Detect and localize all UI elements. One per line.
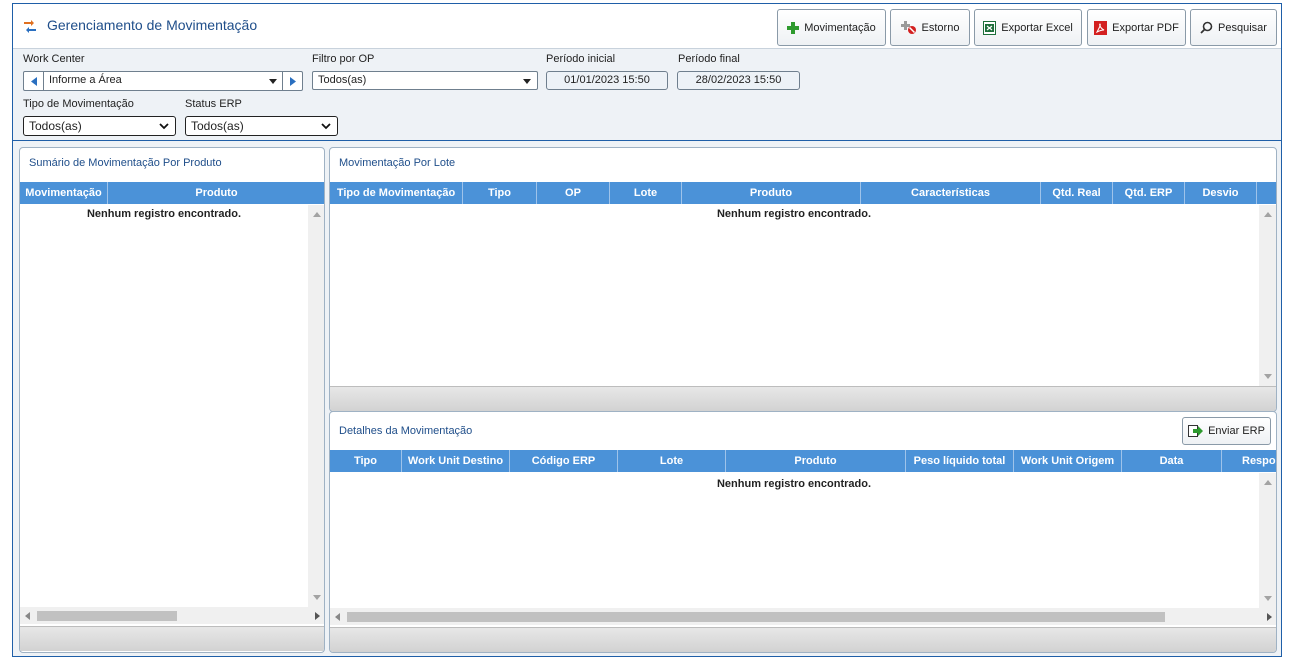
lot-grid-header: Tipo de Movimentação Tipo OP Lote Produt… <box>330 182 1276 204</box>
end-date-label: Período final <box>678 53 740 65</box>
column-header[interactable]: Lote <box>618 450 726 472</box>
column-header[interactable]: Produto <box>682 182 861 204</box>
filter-separator <box>13 140 1281 141</box>
search-label: Pesquisar <box>1218 21 1267 34</box>
summary-panel-title: Sumário de Movimentação Por Produto <box>29 157 222 169</box>
send-icon <box>1188 425 1204 437</box>
plus-icon <box>787 21 800 34</box>
erp-status-label: Status ERP <box>185 98 242 110</box>
column-header[interactable]: Produto <box>108 182 324 204</box>
column-header[interactable]: Tipo <box>463 182 537 204</box>
details-grid-header: Tipo Work Unit Destino Código ERP Lote P… <box>330 450 1276 472</box>
reverse-icon <box>900 20 916 34</box>
chevron-down-icon <box>159 123 169 130</box>
summary-panel: Sumário de Movimentação Por Produto Movi… <box>19 147 325 653</box>
work-center-prev-button[interactable] <box>24 72 44 90</box>
excel-icon <box>983 20 997 35</box>
column-header[interactable]: Peso líquido total <box>906 450 1014 472</box>
erp-status-value: Todos(as) <box>191 119 244 133</box>
op-filter-label: Filtro por OP <box>312 53 375 65</box>
export-pdf-button[interactable]: Exportar PDF <box>1087 9 1186 46</box>
column-header[interactable]: Movimentação <box>20 182 108 204</box>
column-header[interactable]: Qtd. Real <box>1041 182 1113 204</box>
work-center-label: Work Center <box>23 53 85 65</box>
column-header[interactable]: OP <box>537 182 610 204</box>
export-excel-label: Exportar Excel <box>1001 21 1073 34</box>
work-center-next-button[interactable] <box>282 72 302 90</box>
send-erp-button[interactable]: Enviar ERP <box>1182 417 1271 445</box>
page-title: Gerenciamento de Movimentação <box>47 17 258 33</box>
column-header[interactable]: Tipo de Movimentação <box>330 182 463 204</box>
movement-type-value: Todos(as) <box>29 119 82 133</box>
movement-arrows-icon <box>24 20 36 33</box>
vertical-scrollbar[interactable] <box>1259 473 1276 608</box>
summary-grid-header: Movimentação Produto <box>20 182 324 204</box>
export-excel-button[interactable]: Exportar Excel <box>974 9 1082 46</box>
column-header[interactable]: Características <box>861 182 1041 204</box>
reverse-button[interactable]: Estorno <box>890 9 970 46</box>
panel-footer <box>20 626 324 651</box>
details-panel-title: Detalhes da Movimentação <box>339 425 473 437</box>
start-date-label: Período inicial <box>546 53 616 65</box>
column-header[interactable]: Tipo <box>330 450 402 472</box>
erp-status-select[interactable]: Todos(as) <box>185 116 338 136</box>
empty-message: Nenhum registro encontrado. <box>86 208 242 220</box>
add-movement-button[interactable]: Movimentação <box>777 9 886 46</box>
lot-panel-title: Movimentação Por Lote <box>339 157 456 169</box>
chevron-down-icon <box>321 123 331 130</box>
panel-footer <box>330 386 1276 411</box>
arrow-right-icon <box>289 76 296 86</box>
panel-footer <box>330 627 1276 652</box>
column-header[interactable]: Work Unit Origem <box>1014 450 1122 472</box>
column-header[interactable]: Respons <box>1222 450 1276 472</box>
start-date-field[interactable]: 01/01/2023 15:50 <box>546 71 668 90</box>
column-header[interactable]: Qtd. ERP <box>1113 182 1185 204</box>
export-pdf-label: Exportar PDF <box>1112 21 1179 34</box>
search-icon <box>1200 21 1213 34</box>
work-center-select[interactable]: Informe a Área <box>23 71 303 91</box>
op-filter-value: Todos(as) <box>318 74 367 86</box>
vertical-scrollbar[interactable] <box>308 205 324 607</box>
reverse-label: Estorno <box>921 21 960 34</box>
column-header[interactable]: Lote <box>610 182 682 204</box>
app-window: Gerenciamento de Movimentação Movimentaç… <box>12 3 1282 657</box>
horizontal-scrollbar[interactable] <box>330 608 1276 625</box>
column-header[interactable]: Data <box>1122 450 1222 472</box>
empty-message: Nenhum registro encontrado. <box>716 478 872 490</box>
arrow-left-icon <box>30 76 37 86</box>
search-button[interactable]: Pesquisar <box>1190 9 1277 46</box>
movement-type-select[interactable]: Todos(as) <box>23 116 176 136</box>
add-movement-label: Movimentação <box>804 21 876 34</box>
column-header[interactable]: Código ERP <box>510 450 618 472</box>
movement-type-label: Tipo de Movimentação <box>23 98 134 110</box>
lot-panel: Movimentação Por Lote Tipo de Movimentaç… <box>329 147 1277 412</box>
op-filter-select[interactable]: Todos(as) <box>312 71 538 90</box>
vertical-scrollbar[interactable] <box>1259 205 1276 386</box>
send-erp-label: Enviar ERP <box>1208 425 1265 437</box>
column-header[interactable]: Desvio <box>1185 182 1257 204</box>
chevron-down-icon <box>269 79 277 84</box>
column-header[interactable]: Work Unit Destino <box>402 450 510 472</box>
page-header: Gerenciamento de Movimentação Movimentaç… <box>13 4 1281 49</box>
column-header[interactable]: Produto <box>726 450 906 472</box>
work-center-value: Informe a Área <box>49 74 122 86</box>
end-date-field[interactable]: 28/02/2023 15:50 <box>677 71 800 90</box>
empty-message: Nenhum registro encontrado. <box>716 208 872 220</box>
chevron-down-icon <box>523 79 531 84</box>
pdf-icon <box>1094 20 1108 35</box>
details-panel: Detalhes da Movimentação Enviar ERP Tipo… <box>329 411 1277 653</box>
horizontal-scrollbar[interactable] <box>20 607 324 624</box>
